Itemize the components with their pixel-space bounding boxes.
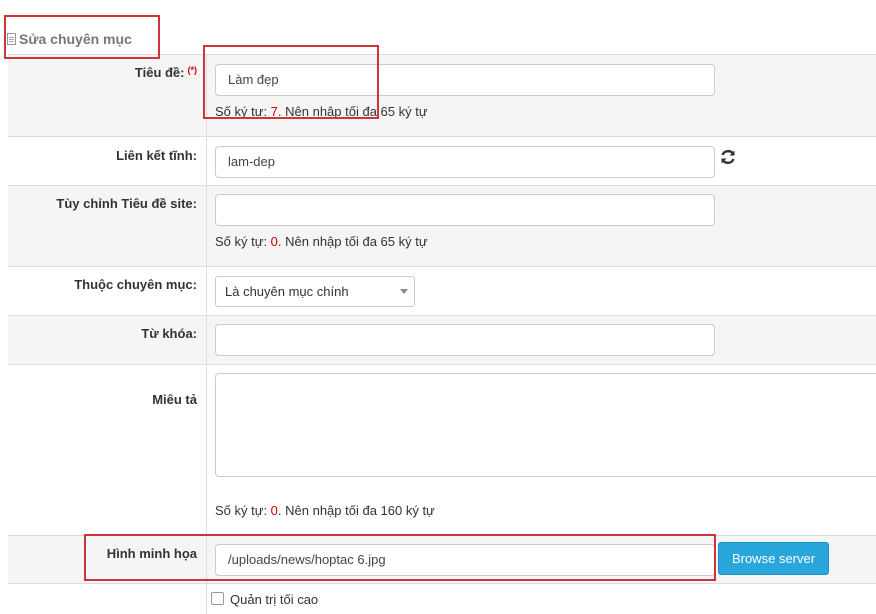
admin-checkbox[interactable] (211, 592, 224, 605)
keywords-input[interactable] (215, 324, 715, 356)
site-title-label: Tùy chỉnh Tiêu đề site: (56, 196, 197, 211)
image-path-input[interactable]: /uploads/news/hoptac 6.jpg (215, 544, 715, 576)
title-char-count: 7 (270, 104, 278, 119)
category-edit-form: Tiêu đề: (*) Làm đẹp Số ký tự: 7. Nên nhậ… (8, 54, 876, 614)
site-title-char-hint: Số ký tự: 0. Nên nhập tối đa 65 ký tự (215, 234, 428, 249)
title-label: Tiêu đề: (134, 65, 185, 80)
description-char-hint: Số ký tự: 0. Nên nhập tối đa 160 ký tự (215, 503, 435, 518)
refresh-icon[interactable] (718, 147, 738, 167)
keywords-label: Từ khóa: (141, 326, 197, 341)
title-label-cell: Tiêu đề: (*) (8, 55, 207, 136)
site-title-row: Tùy chỉnh Tiêu đề site: Số ký tự: 0. Nên… (8, 186, 876, 267)
description-row: Miêu tả Số ký tự: 0. Nên nhập tối đa 160… (8, 365, 876, 536)
keywords-row: Từ khóa: (8, 316, 876, 365)
browse-server-button[interactable]: Browse server (718, 542, 829, 575)
alias-label: Liên kết tĩnh: (116, 148, 197, 163)
site-title-char-count: 0 (270, 234, 278, 249)
document-icon (7, 33, 16, 45)
page-header: Sửa chuyên mục (7, 29, 132, 49)
page-title: Sửa chuyên mục (19, 31, 132, 47)
image-label: Hình minh họa (106, 546, 197, 561)
admin-checkbox-label: Quản trị tối cao (230, 592, 319, 607)
description-char-count: 0 (270, 503, 278, 518)
site-title-input[interactable] (215, 194, 715, 226)
parent-category-row: Thuộc chuyên mục: Là chuyên mục chính (8, 267, 876, 316)
required-mark: (*) (187, 65, 198, 75)
title-input[interactable]: Làm đẹp (215, 64, 715, 96)
parent-category-selected: Là chuyên mục chính (225, 284, 349, 299)
description-label: Miêu tả (152, 392, 197, 407)
chevron-down-icon (400, 289, 408, 294)
alias-input[interactable]: lam-dep (215, 146, 715, 178)
image-row: Hình minh họa /uploads/news/hoptac 6.jpg… (8, 536, 876, 584)
parent-category-label: Thuộc chuyên mục: (74, 277, 197, 292)
title-row: Tiêu đề: (*) Làm đẹp Số ký tự: 7. Nên nhậ… (8, 55, 876, 137)
alias-row: Liên kết tĩnh: lam-dep (8, 137, 876, 186)
description-textarea[interactable] (215, 373, 876, 477)
title-char-hint: Số ký tự: 7. Nên nhập tối đa 65 ký tự (215, 104, 428, 119)
admin-row (8, 584, 876, 614)
parent-category-select[interactable]: Là chuyên mục chính (215, 276, 415, 307)
